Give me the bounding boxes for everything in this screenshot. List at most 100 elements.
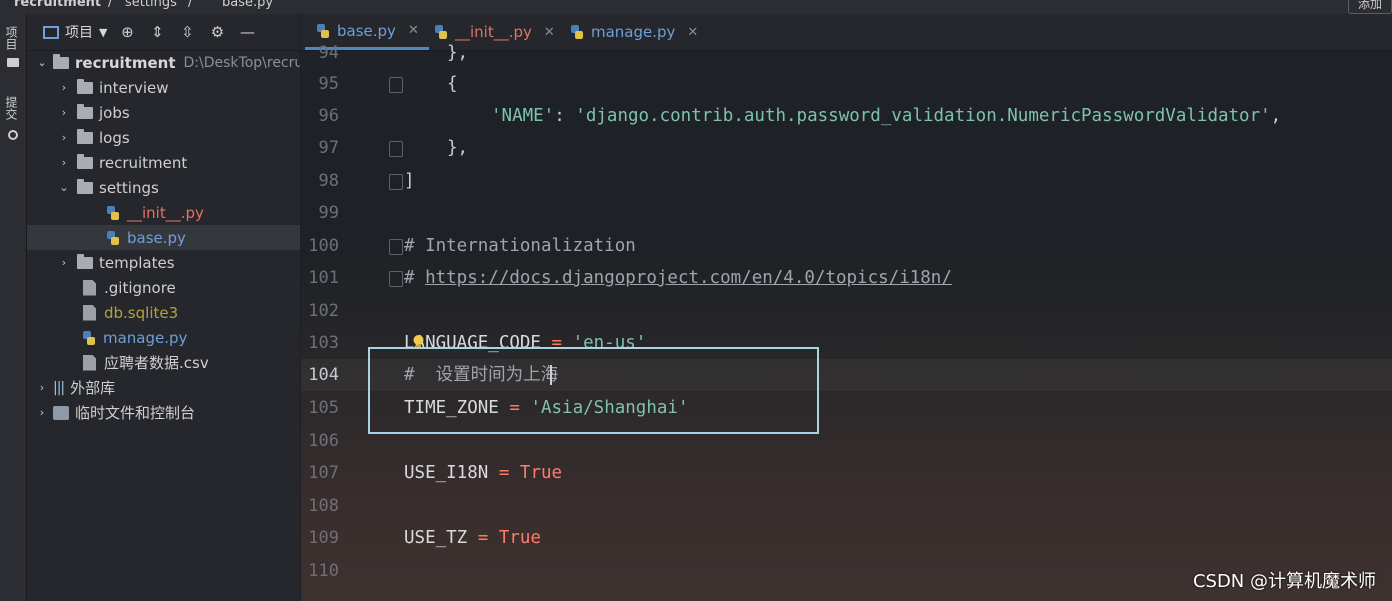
- operator: =: [488, 463, 520, 483]
- line-number: 104: [308, 365, 339, 385]
- code-text: {: [447, 74, 458, 94]
- gear-icon[interactable]: ⚙: [207, 22, 227, 42]
- file-icon: [83, 354, 96, 371]
- breadcrumb-settings[interactable]: settings: [125, 0, 177, 10]
- tree-item-init-py[interactable]: __init__.py: [27, 200, 300, 225]
- folder-icon: [77, 78, 93, 94]
- tree-item-logs[interactable]: › logs: [27, 125, 300, 150]
- chevron-right-icon[interactable]: ›: [35, 381, 49, 394]
- tree-item-label: logs: [99, 128, 130, 147]
- operator: =: [467, 528, 499, 548]
- code-punct: :: [554, 106, 576, 126]
- breadcrumb-file[interactable]: base.py: [222, 0, 273, 10]
- breadcrumb-project[interactable]: recruitment: [14, 0, 101, 10]
- line-number: 107: [308, 463, 339, 483]
- comment-link[interactable]: https://docs.djangoproject.com/en/4.0/to…: [425, 268, 952, 288]
- tree-item-gitignore[interactable]: .gitignore: [27, 275, 300, 300]
- line-number: 94: [318, 43, 339, 63]
- code-comment: # Internationalization: [404, 236, 636, 256]
- fold-icon[interactable]: [389, 239, 403, 255]
- line-number: 96: [318, 106, 339, 126]
- chevron-down-icon[interactable]: ⌄: [35, 56, 49, 69]
- project-tool-button[interactable]: 项目: [3, 26, 20, 50]
- chevron-down-icon[interactable]: ⌄: [57, 181, 71, 194]
- code-punct: ,: [1270, 106, 1282, 126]
- code-line: 101 # https://docs.djangoproject.com/en/…: [301, 262, 1392, 294]
- code-line: 109 USE_TZ = True: [301, 522, 1392, 554]
- tree-item-label: settings: [99, 178, 159, 197]
- line-number: 102: [308, 301, 339, 321]
- close-icon[interactable]: ✕: [408, 23, 419, 38]
- code-editor[interactable]: base.py ✕ __init__.py ✕ manage.py ✕ 94 }…: [301, 14, 1392, 601]
- tree-item-interview[interactable]: › interview: [27, 75, 300, 100]
- tree-item-db-sqlite3[interactable]: db.sqlite3: [27, 300, 300, 325]
- line-number: 95: [318, 74, 339, 94]
- code-line: 108: [301, 490, 1392, 522]
- project-toolbar: 项目 ▼ ⊕ ⇕ ⇳ ⚙ —: [27, 14, 300, 51]
- code-line: 95 {: [301, 68, 1392, 100]
- code-text: },: [447, 43, 469, 63]
- locate-icon[interactable]: ⊕: [117, 22, 137, 42]
- chevron-right-icon[interactable]: ›: [57, 81, 71, 94]
- folder-icon: [77, 253, 93, 269]
- tree-item-csv[interactable]: 应聘者数据.csv: [27, 350, 300, 375]
- chevron-right-icon[interactable]: ›: [35, 406, 49, 419]
- line-number: 110: [308, 561, 339, 581]
- line-number: 100: [308, 236, 339, 256]
- tree-item-base-py[interactable]: base.py: [27, 225, 300, 250]
- tool-window-strip: 项目 提交: [0, 14, 27, 601]
- keyword: True: [519, 463, 563, 483]
- hide-icon[interactable]: —: [237, 22, 257, 42]
- commit-tool-button[interactable]: 提交: [3, 96, 20, 120]
- fold-icon[interactable]: [389, 141, 403, 157]
- chevron-right-icon[interactable]: ›: [57, 131, 71, 144]
- folder-icon: [77, 103, 93, 119]
- code-comment: # https://docs.djangoproject.com/en/4.0/…: [404, 262, 952, 294]
- collapse-all-icon[interactable]: ⇳: [177, 22, 197, 42]
- chevron-right-icon[interactable]: ›: [57, 156, 71, 169]
- tree-item-jobs[interactable]: › jobs: [27, 100, 300, 125]
- folder-icon: [77, 153, 93, 169]
- fold-icon[interactable]: [389, 174, 403, 190]
- code-line: 94 },: [301, 37, 1392, 69]
- python-file-icon: [83, 330, 95, 345]
- tree-item-manage-py[interactable]: manage.py: [27, 325, 300, 350]
- tree-root-recruitment[interactable]: ⌄ recruitment D:\DeskTop\recru: [27, 50, 300, 75]
- code-text: ]: [404, 171, 415, 191]
- tree-item-settings[interactable]: ⌄ settings: [27, 175, 300, 200]
- comment-hash: #: [404, 268, 426, 288]
- tree-item-label: 临时文件和控制台: [75, 404, 196, 422]
- highlight-box: [368, 347, 819, 434]
- commit-icon: [8, 130, 18, 140]
- folder-icon: [53, 53, 69, 69]
- file-icon: [83, 304, 96, 321]
- python-file-icon: [107, 205, 119, 220]
- code-line: 96 'NAME': 'django.contrib.auth.password…: [301, 100, 1392, 132]
- tree-item-external-libraries[interactable]: › ||| 外部库: [27, 375, 300, 400]
- project-view-icon: [43, 25, 59, 39]
- code-line: 97 },: [301, 132, 1392, 164]
- code-text: },: [447, 138, 469, 158]
- line-number: 101: [308, 268, 339, 288]
- fold-icon[interactable]: [389, 77, 403, 93]
- fold-icon[interactable]: [389, 271, 403, 287]
- code-text: USE_I18N = True: [404, 457, 562, 489]
- line-number: 108: [308, 496, 339, 516]
- tree-item-scratches[interactable]: › 临时文件和控制台: [27, 400, 300, 425]
- tree-item-label: .gitignore: [104, 278, 176, 297]
- tree-item-recruitment[interactable]: › recruitment: [27, 150, 300, 175]
- project-view-selector[interactable]: 项目 ▼: [43, 22, 107, 42]
- tree-item-label: 外部库: [70, 379, 116, 397]
- expand-all-icon[interactable]: ⇕: [147, 22, 167, 42]
- code-line: 107 USE_I18N = True: [301, 457, 1392, 489]
- commit-tool-label: 提交: [4, 96, 18, 120]
- line-number: 109: [308, 528, 339, 548]
- code-line: 102: [301, 295, 1392, 327]
- chevron-right-icon[interactable]: ›: [57, 106, 71, 119]
- add-button[interactable]: 添加: [1348, 0, 1392, 14]
- constant-name: USE_I18N: [404, 463, 489, 483]
- chevron-right-icon[interactable]: ›: [57, 256, 71, 269]
- tree-item-label: templates: [99, 253, 175, 272]
- tree-item-templates[interactable]: › templates: [27, 250, 300, 275]
- file-icon: [83, 279, 96, 296]
